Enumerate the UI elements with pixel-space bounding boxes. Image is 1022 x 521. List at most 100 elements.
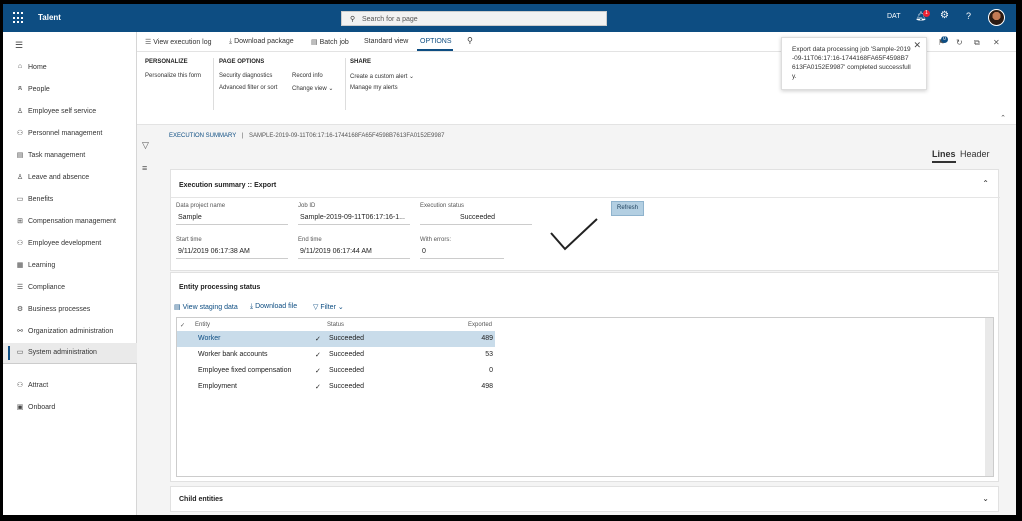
sidebar-item-personnel-management[interactable]: ⚇ Personnel management [3, 124, 137, 144]
list-icon[interactable]: ≡ [142, 163, 147, 173]
security-diagnostics-link[interactable]: Security diagnostics [219, 73, 272, 79]
sidebar-item-label: Employee self service [28, 108, 97, 115]
child-entities-card: Child entities ⌄ [170, 486, 999, 512]
notification-badge: 1 [923, 10, 930, 17]
table-icon: ▤ [174, 304, 181, 311]
sidebar-item-employee-development[interactable]: ⚇ Employee development [3, 234, 137, 254]
tab-lines[interactable]: Lines [932, 149, 956, 159]
sidebar-item-system-administration[interactable]: ▭ System administration [3, 343, 137, 363]
chevron-up-icon[interactable]: ⌃ [1000, 114, 1006, 122]
execution-status-label: Execution status [420, 203, 465, 209]
batch-job-button[interactable]: ▤ Batch job [311, 38, 349, 46]
view-staging-button[interactable]: ▤ View staging data [174, 303, 238, 311]
sidebar-item-compliance[interactable]: ☰ Compliance [3, 278, 137, 298]
refresh-icon[interactable]: ↻ [956, 38, 963, 47]
company-picker[interactable]: DAT [887, 13, 900, 20]
close-icon[interactable]: ✕ [913, 40, 921, 51]
compensation-icon: ⊞ [17, 218, 23, 225]
sidebar-item-home[interactable]: ⌂ Home [3, 58, 137, 78]
standard-view-button[interactable]: Standard view [364, 38, 408, 45]
advanced-filter-link[interactable]: Advanced filter or sort [219, 85, 277, 91]
column-header-status[interactable]: Status [327, 322, 344, 328]
grid-scrollbar[interactable] [985, 318, 993, 476]
breadcrumb-section[interactable]: EXECUTION SUMMARY [169, 133, 236, 139]
execution-status-field[interactable]: Succeeded [420, 212, 532, 225]
sidebar-item-people[interactable]: ጸ People [3, 80, 137, 100]
sidebar-item-label: Organization administration [28, 328, 114, 335]
entity-cell: Employment [198, 383, 237, 390]
filter-icon[interactable]: ▽ [142, 140, 149, 151]
search-input[interactable]: ⚲ Search for a page [341, 11, 607, 26]
table-row[interactable]: Employment ✓ Succeeded 498 [177, 379, 495, 395]
data-project-name-field[interactable]: Sample [176, 212, 288, 225]
column-header-entity[interactable]: Entity [195, 322, 210, 328]
sidebar-item-label: Benefits [28, 196, 54, 203]
avatar[interactable] [988, 9, 1005, 26]
active-tab-indicator [417, 49, 453, 51]
entity-cell: Worker [198, 335, 221, 342]
sidebar-item-learning[interactable]: ▦ Learning [3, 256, 137, 276]
select-all-checkmark-icon[interactable]: ✓ [180, 322, 185, 329]
filter-button[interactable]: ▽ Filter ⌄ [313, 303, 344, 311]
home-icon: ⌂ [17, 63, 23, 70]
sidebar-item-label: Compliance [28, 284, 65, 291]
manage-alerts-link[interactable]: Manage my alerts [350, 85, 398, 91]
help-icon[interactable]: ? [966, 11, 971, 21]
start-time-field[interactable]: 9/11/2019 06:17:38 AM [176, 246, 288, 259]
sidebar-item-label: Leave and absence [28, 174, 90, 181]
person-icon: ♙ [16, 108, 24, 115]
job-id-field[interactable]: Sample-2019-09-11T06:17:16-1... [298, 212, 410, 225]
app-title[interactable]: Talent [38, 13, 61, 22]
hamburger-icon[interactable]: ☰ [15, 40, 23, 51]
table-row[interactable]: Worker ✓ Succeeded 489 [177, 331, 495, 347]
chevron-down-icon[interactable]: ⌄ [982, 494, 989, 503]
sidebar-item-attract[interactable]: ⚇ Attract [3, 376, 137, 396]
gear-icon[interactable]: ⚙ [940, 10, 949, 21]
app-launcher-icon[interactable] [13, 12, 25, 24]
sidebar: ☰ ⌂ Home ጸ People ♙ Employee self service ⚇ Per… [3, 32, 137, 515]
download-icon: ⤓ [250, 303, 254, 310]
refresh-button[interactable]: Refresh [611, 201, 644, 216]
sidebar-item-benefits[interactable]: ▭ Benefits [3, 190, 137, 210]
chevron-up-icon[interactable]: ⌃ [982, 179, 989, 188]
sidebar-item-compensation-management[interactable]: ⊞ Compensation management [3, 212, 137, 232]
with-errors-label: With errors: [420, 237, 452, 243]
search-icon[interactable]: ⚲ [467, 36, 473, 45]
tab-header[interactable]: Header [960, 149, 990, 159]
table-row[interactable]: Employee fixed compensation ✓ Succeeded 0 [177, 363, 495, 379]
change-view-link[interactable]: Change view ⌄ [292, 85, 333, 92]
sidebar-item-business-processes[interactable]: ⚙ Business processes [3, 300, 137, 320]
exported-cell: 53 [485, 351, 493, 358]
toast-message: Export data processing job 'Sample-2019-… [792, 46, 911, 80]
exported-cell: 0 [489, 367, 493, 374]
entity-cell: Employee fixed compensation [198, 367, 292, 374]
download-file-button[interactable]: ⤓ Download file [250, 303, 297, 311]
sidebar-item-employee-self-service[interactable]: ♙ Employee self service [3, 102, 137, 122]
tab-options[interactable]: OPTIONS [420, 38, 452, 45]
create-alert-link[interactable]: Create a custom alert ⌄ [350, 73, 414, 80]
sidebar-item-label: Onboard [28, 404, 56, 411]
sidebar-item-leave-and-absence[interactable]: ♙ Leave and absence [3, 168, 137, 188]
breadcrumb-separator: | [241, 133, 244, 139]
status-cell: Succeeded [329, 383, 365, 390]
open-new-window-icon[interactable]: ⧉ [974, 38, 980, 48]
column-header-exported[interactable]: Exported [468, 322, 492, 328]
sidebar-item-label: Employee development [28, 240, 102, 247]
message-badge: 0 [941, 36, 948, 43]
success-checkmark-icon [550, 218, 598, 251]
people-group-icon: ⚇ [16, 130, 24, 137]
end-time-field[interactable]: 9/11/2019 06:17:44 AM [298, 246, 410, 259]
download-package-button[interactable]: ⤓ Download package [229, 38, 294, 46]
view-execution-log-button[interactable]: ☰ View execution log [145, 38, 212, 46]
data-project-name-label: Data project name [176, 203, 226, 209]
people-icon: ጸ [17, 85, 23, 92]
sidebar-item-organization-administration[interactable]: ⚯ Organization administration [3, 322, 137, 342]
with-errors-field[interactable]: 0 [420, 246, 504, 259]
record-info-link[interactable]: Record info [292, 73, 323, 79]
close-icon[interactable]: ✕ [993, 38, 1000, 47]
system-admin-icon: ▭ [16, 349, 24, 356]
table-row[interactable]: Worker bank accounts ✓ Succeeded 53 [177, 347, 495, 363]
sidebar-item-task-management[interactable]: ▤ Task management [3, 146, 137, 166]
personalize-form-link[interactable]: Personalize this form [145, 73, 201, 79]
sidebar-item-onboard[interactable]: ▣ Onboard [3, 398, 137, 418]
